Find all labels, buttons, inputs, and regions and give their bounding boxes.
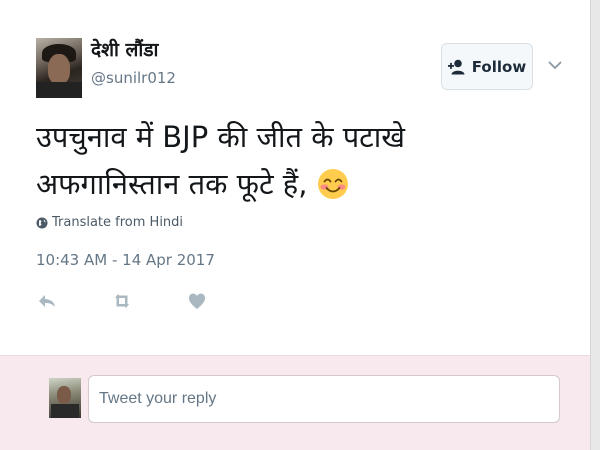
reply-icon[interactable]: [36, 290, 58, 312]
globe-icon: [36, 217, 48, 228]
current-user-avatar-body: [51, 404, 79, 418]
retweet-icon[interactable]: [111, 290, 133, 312]
avatar-shirt: [36, 82, 82, 98]
author-handle[interactable]: @sunilr012: [91, 68, 176, 88]
follow-button-label: Follow: [471, 57, 527, 76]
tweet-text-line-2-wrap: अफगानिस्तान तक फूटे हैं,: [36, 161, 556, 208]
tweet-text: उपचुनाव में BJP की जीत के पटाखे अफगानिस्…: [36, 114, 556, 208]
current-user-avatar: [49, 378, 81, 418]
smiling-face-emoji-icon: [317, 169, 348, 199]
tweet-card: देशी लौंडा @sunilr012 Follow उपचुनाव में…: [0, 0, 590, 355]
reply-area: [0, 355, 590, 450]
add-user-icon: [447, 59, 465, 74]
chevron-down-icon[interactable]: [546, 56, 564, 74]
tweet-timestamp[interactable]: 10:43 AM - 14 Apr 2017: [36, 251, 215, 269]
author-display-name[interactable]: देशी लौंडा: [91, 38, 158, 62]
translate-link[interactable]: Translate from Hindi: [36, 215, 183, 230]
follow-button[interactable]: Follow: [441, 43, 533, 90]
scrollbar[interactable]: [590, 0, 600, 450]
tweet-text-line-1: उपचुनाव में BJP की जीत के पटाखे: [36, 120, 406, 154]
like-icon[interactable]: [186, 290, 208, 312]
tweet-text-line-2: अफगानिस्तान तक फूटे हैं,: [36, 167, 308, 201]
author-avatar[interactable]: [36, 38, 82, 98]
current-user-avatar-face: [57, 386, 71, 404]
reply-input[interactable]: [88, 375, 560, 423]
avatar-face: [48, 54, 70, 84]
translate-label: Translate from Hindi: [52, 215, 184, 230]
